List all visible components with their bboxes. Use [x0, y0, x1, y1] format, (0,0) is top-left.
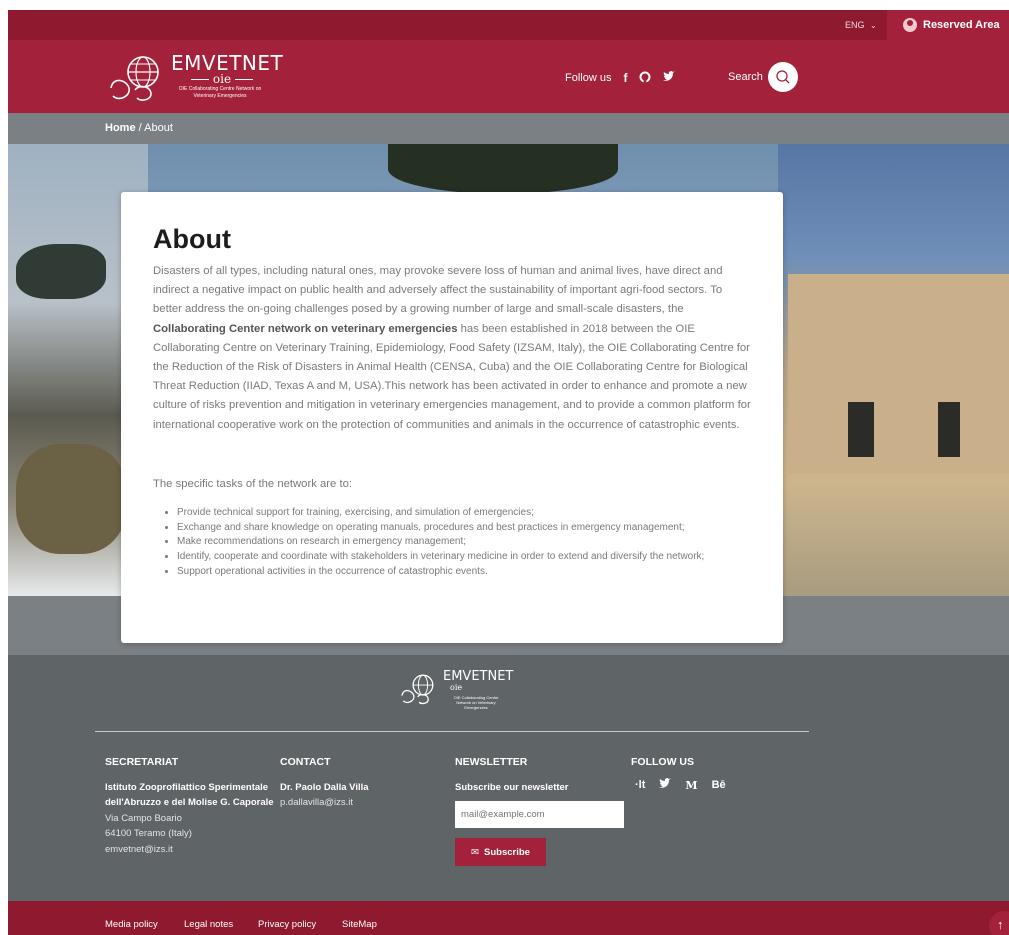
search-label: Search	[728, 71, 763, 83]
follow-title: FOLLOW US	[631, 756, 694, 768]
house-window	[938, 402, 960, 457]
sitemap-link[interactable]: SiteMap	[342, 919, 377, 930]
secretariat-org: Istituto Zooprofilattico Sperimentale de…	[105, 781, 274, 809]
page-title: About	[153, 224, 231, 254]
about-card: About Disasters of all types, including …	[121, 192, 783, 643]
footer-divider	[95, 731, 809, 732]
secretariat-city: 64100 Teramo (Italy)	[105, 828, 192, 840]
logo-oie: oie	[181, 72, 263, 86]
list-item: Make recommendations on research in emer…	[177, 535, 767, 550]
site-logo[interactable]: EMVETNET oie OIE Collaborating Centre Ne…	[105, 50, 283, 106]
damaged-house-photo	[788, 274, 1009, 474]
bottom-bar: Media policy Legal notes Privacy policy …	[8, 901, 1009, 935]
social-links: ·lt M Bē	[631, 777, 751, 795]
twitter-icon[interactable]	[659, 777, 672, 795]
footer-logo: EMVETNET oie OIE Collaborating Centre Ne…	[398, 669, 518, 713]
behance-icon[interactable]: Bē	[712, 778, 726, 795]
arrow-up-icon: ↑	[997, 917, 1004, 932]
follow-column: FOLLOW US ·lt M Bē	[631, 755, 751, 794]
subscribe-button[interactable]: ✉ Subscribe	[455, 838, 546, 867]
newsletter-subtitle: Subscribe our newsletter	[455, 781, 569, 793]
breadcrumb-home[interactable]: Home	[105, 122, 136, 134]
breadcrumb-current: About	[144, 122, 173, 134]
chevron-down-icon: ⌄	[870, 21, 877, 30]
language-selector[interactable]: ENG ⌄	[845, 10, 877, 40]
globe-logo-icon	[110, 56, 159, 101]
github-icon[interactable]	[639, 71, 651, 86]
contact-name: Dr. Paolo Dalla Villa	[280, 781, 369, 793]
issuu-icon[interactable]: ·lt	[635, 778, 645, 795]
search-icon	[776, 70, 790, 84]
helicopter-photo	[16, 244, 106, 299]
footer-logo-oie: oie	[450, 683, 463, 692]
site-footer: EMVETNET oie OIE Collaborating Centre Ne…	[8, 655, 1009, 901]
tree-photo	[388, 144, 618, 194]
follow-us-label: Follow us	[565, 72, 612, 84]
secretariat-street: Via Campo Boario	[105, 812, 182, 824]
secretariat-title: SECRETARIAT	[105, 756, 179, 768]
site-header: EMVETNET oie OIE Collaborating Centre Ne…	[8, 40, 1009, 113]
contact-title: CONTACT	[280, 756, 331, 768]
secretariat-email[interactable]: emvetnet@izs.it	[105, 842, 285, 858]
newsletter-column: NEWSLETTER Subscribe our newsletter ✉ Su…	[455, 755, 625, 867]
list-item: Provide technical support for training, …	[177, 506, 767, 521]
breadcrumb-separator: /	[138, 122, 142, 134]
about-intro: Disasters of all types, including natura…	[153, 265, 751, 431]
follow-us: Follow us f	[565, 70, 676, 86]
list-item: Support operational activities in the oc…	[177, 565, 767, 580]
tasks-title: The specific tasks of the network are to…	[153, 478, 353, 490]
breadcrumb: Home / About	[8, 113, 1009, 144]
facebook-icon[interactable]: f	[623, 71, 627, 85]
mail-icon: ✉	[471, 846, 480, 858]
back-to-top-button[interactable]: ↑	[989, 911, 1009, 935]
logo-subtitle: OIE Collaborating Centre Network on Vete…	[178, 86, 262, 99]
top-bar: ENG ⌄ Reserved Area	[8, 10, 1009, 40]
hay-bales-photo	[16, 444, 126, 554]
language-label: ENG	[845, 20, 865, 30]
about-intro-bold: Collaborating Center network on veterina…	[153, 322, 458, 335]
list-item: Identify, cooperate and coordinate with …	[177, 550, 767, 565]
secretariat-column: SECRETARIAT Istituto Zooprofilattico Spe…	[105, 755, 285, 858]
user-icon	[903, 18, 917, 32]
globe-logo-icon	[401, 674, 434, 705]
list-item: Exchange and share knowledge on operatin…	[177, 521, 767, 536]
media-policy-link[interactable]: Media policy	[105, 919, 158, 930]
privacy-policy-link[interactable]: Privacy policy	[258, 919, 316, 930]
legal-notes-link[interactable]: Legal notes	[184, 919, 233, 930]
page: ENG ⌄ Reserved Area EMVETNET oie OIE Col…	[8, 10, 1009, 935]
footer-logo-subtitle: OIE Collaborating Centre Network on Vete…	[453, 695, 499, 710]
contact-column: CONTACT Dr. Paolo Dalla Villa p.dallavil…	[280, 755, 430, 811]
newsletter-title: NEWSLETTER	[455, 756, 528, 768]
medium-icon[interactable]: M	[685, 778, 697, 795]
footer-logo-title: EMVETNET	[443, 669, 514, 684]
tasks-list: Provide technical support for training, …	[177, 506, 767, 580]
twitter-icon[interactable]	[663, 71, 676, 85]
reserved-area-label: Reserved Area	[923, 19, 1000, 31]
reserved-area-button[interactable]: Reserved Area	[887, 10, 1009, 40]
newsletter-email-field[interactable]	[455, 801, 624, 829]
contact-email[interactable]: p.dallavilla@izs.it	[280, 795, 430, 811]
search-button[interactable]	[768, 62, 798, 92]
subscribe-label: Subscribe	[484, 846, 530, 858]
house-window	[848, 402, 874, 457]
